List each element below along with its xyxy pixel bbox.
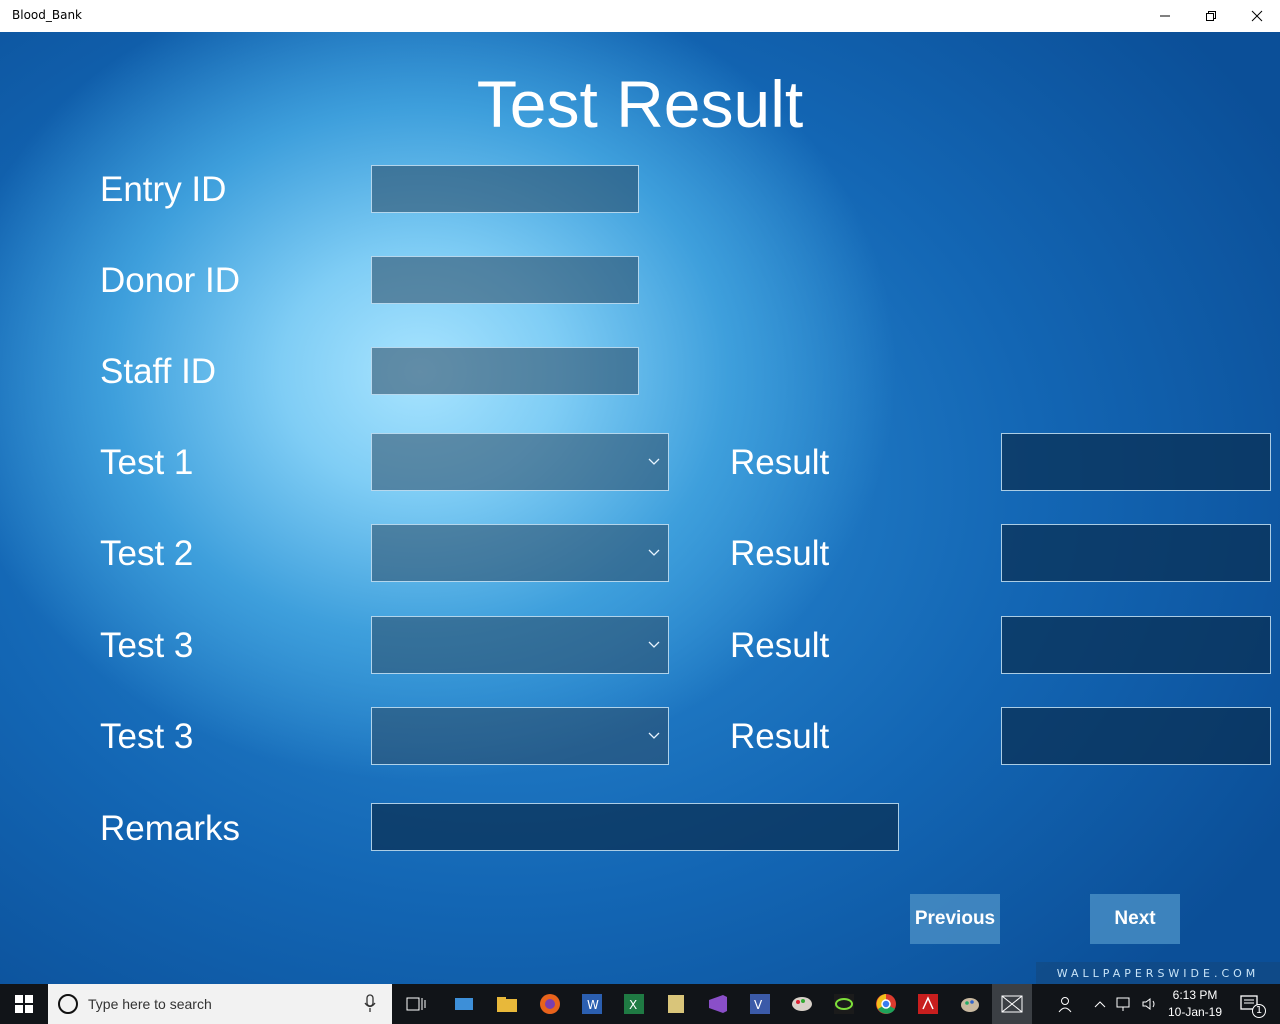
network-icon[interactable]: [1112, 990, 1136, 1018]
chevron-down-icon: [648, 458, 660, 465]
test-4-label: Test 3: [100, 717, 194, 756]
restore-icon: [1206, 11, 1216, 21]
svg-text:W: W: [587, 998, 599, 1012]
eye-app-icon[interactable]: [830, 990, 858, 1018]
blood-bank-app-icon[interactable]: [992, 984, 1032, 1024]
firefox-icon[interactable]: [536, 990, 564, 1018]
watermark: WALLPAPERSWIDE.COM: [1036, 962, 1280, 984]
minimize-button[interactable]: [1142, 0, 1188, 32]
title-bar: Blood_Bank: [0, 0, 1280, 32]
test-4-result-label: Result: [730, 717, 830, 756]
svg-text:X: X: [629, 998, 637, 1012]
chevron-down-icon: [648, 549, 660, 556]
chevron-down-icon: [648, 641, 660, 648]
app-blue-icon[interactable]: [450, 990, 478, 1018]
clock-time[interactable]: 6:13 PM: [1164, 988, 1226, 1002]
restore-button[interactable]: [1188, 0, 1234, 32]
people-icon[interactable]: [1052, 990, 1080, 1018]
svg-text:V: V: [754, 998, 763, 1012]
test-3-result-field[interactable]: [1001, 616, 1271, 674]
donor-id-field[interactable]: [371, 256, 639, 304]
next-button[interactable]: Next: [1090, 894, 1180, 944]
window-title: Blood_Bank: [12, 8, 83, 22]
visio-icon[interactable]: V: [746, 990, 774, 1018]
staff-id-label: Staff ID: [100, 352, 217, 391]
file-explorer-icon[interactable]: [493, 990, 521, 1018]
taskbar-search[interactable]: Type here to search: [48, 984, 392, 1024]
remarks-field[interactable]: [371, 803, 899, 851]
donor-id-label: Donor ID: [100, 261, 241, 300]
search-placeholder: Type here to search: [88, 996, 212, 1012]
word-icon[interactable]: W: [578, 990, 606, 1018]
test-2-result-field[interactable]: [1001, 524, 1271, 582]
entry-id-label: Entry ID: [100, 170, 227, 209]
palette-icon[interactable]: [956, 990, 984, 1018]
test-2-result-label: Result: [730, 534, 830, 573]
test-3-select[interactable]: [371, 616, 669, 674]
staff-id-field[interactable]: [371, 347, 639, 395]
windows-logo-icon: [15, 995, 33, 1013]
notification-badge: 1: [1252, 1004, 1266, 1018]
test-3-result-label: Result: [730, 626, 830, 665]
chevron-down-icon: [648, 732, 660, 739]
cortana-icon: [58, 994, 78, 1014]
previous-button[interactable]: Previous: [910, 894, 1000, 944]
test-2-label: Test 2: [100, 534, 194, 573]
test-3-label: Test 3: [100, 626, 194, 665]
remarks-label: Remarks: [100, 809, 241, 848]
close-button[interactable]: [1234, 0, 1280, 32]
microphone-icon[interactable]: [364, 994, 376, 1014]
paint-icon[interactable]: [788, 990, 816, 1018]
minimize-icon: [1160, 15, 1170, 17]
test-1-result-field[interactable]: [1001, 433, 1271, 491]
chevron-up-icon[interactable]: [1090, 990, 1110, 1018]
test-4-select[interactable]: [371, 707, 669, 765]
notifications-icon[interactable]: 1: [1236, 990, 1266, 1018]
taskbar: Type here to search W X V 6:13 PM 10-Jan…: [0, 984, 1280, 1024]
clock-date[interactable]: 10-Jan-19: [1164, 1005, 1226, 1019]
entry-id-field[interactable]: [371, 165, 639, 213]
task-view-icon[interactable]: [402, 990, 430, 1018]
start-button[interactable]: [0, 984, 48, 1024]
test-4-result-field[interactable]: [1001, 707, 1271, 765]
main-canvas: Test Result Entry ID Donor ID Staff ID T…: [0, 32, 1280, 984]
excel-icon[interactable]: X: [620, 990, 648, 1018]
acrobat-icon[interactable]: [914, 990, 942, 1018]
visual-studio-icon[interactable]: [704, 990, 732, 1018]
close-icon: [1251, 10, 1263, 22]
test-2-select[interactable]: [371, 524, 669, 582]
volume-icon[interactable]: [1138, 990, 1162, 1018]
tools-icon[interactable]: [662, 990, 690, 1018]
test-1-label: Test 1: [100, 443, 194, 482]
test-1-result-label: Result: [730, 443, 830, 482]
chrome-icon[interactable]: [872, 990, 900, 1018]
test-1-select[interactable]: [371, 433, 669, 491]
page-title: Test Result: [476, 67, 804, 141]
